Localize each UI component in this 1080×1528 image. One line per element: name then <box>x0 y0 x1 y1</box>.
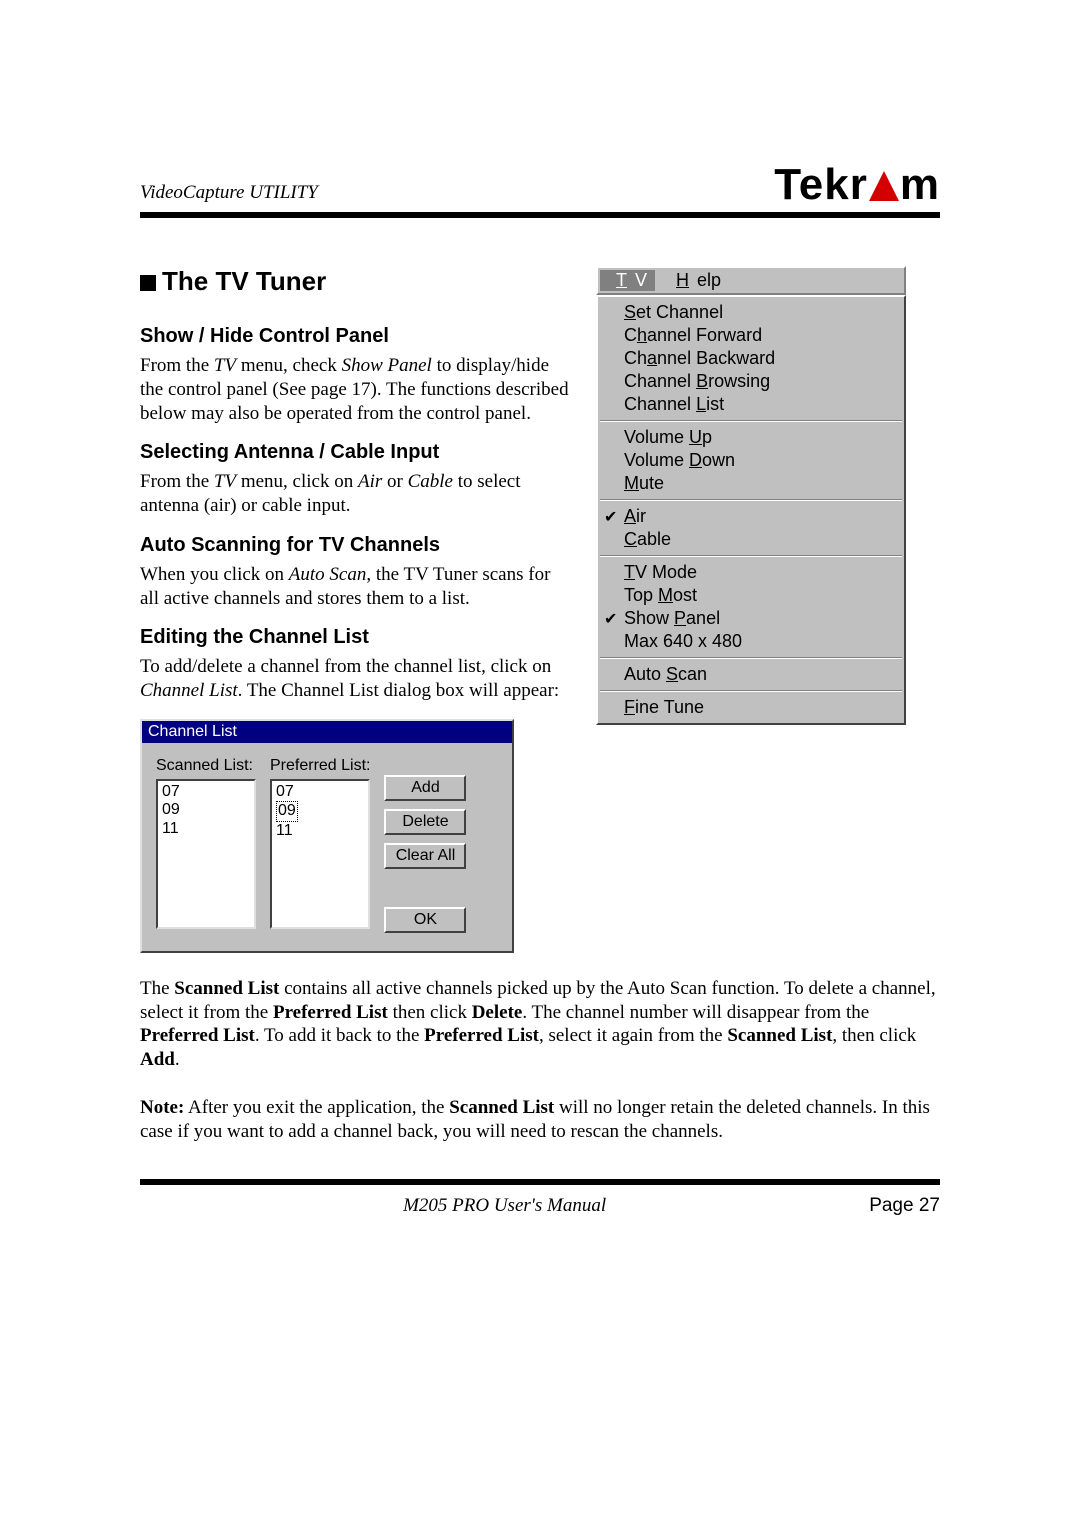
header-caption: VideoCapture UTILITY <box>140 182 318 210</box>
menu-separator <box>600 555 902 557</box>
menu-auto-scan[interactable]: Auto Scan <box>598 663 904 686</box>
menubar: TV Help <box>596 266 906 295</box>
list-item[interactable]: 11 <box>162 820 250 838</box>
list-item[interactable]: 09 <box>276 801 364 821</box>
scanned-listbox[interactable]: 07 09 11 <box>156 779 256 929</box>
menu-separator <box>600 420 902 422</box>
menu-show-panel[interactable]: ✔Show Panel <box>598 607 904 630</box>
heading-autoscan: Auto Scanning for TV Channels <box>140 534 570 557</box>
preferred-listbox[interactable]: 07 09 11 <box>270 779 370 929</box>
section-title: The TV Tuner <box>140 266 570 297</box>
para-scanned-list-desc: The Scanned List contains all active cha… <box>140 977 940 1072</box>
heading-antenna: Selecting Antenna / Cable Input <box>140 441 570 464</box>
menu-set-channel[interactable]: Set Channel <box>598 301 904 324</box>
square-bullet-icon <box>140 275 156 291</box>
channel-list-dialog: Channel List Scanned List: 07 09 11 Pref… <box>140 719 514 953</box>
menu-channel-list[interactable]: Channel List <box>598 393 904 416</box>
dialog-title: Channel List <box>142 721 512 743</box>
tv-dropdown: Set Channel Channel Forward Channel Back… <box>596 295 906 725</box>
preferred-list-label: Preferred List: <box>270 757 370 775</box>
menu-channel-forward[interactable]: Channel Forward <box>598 324 904 347</box>
para-antenna: From the TV menu, click on Air or Cable … <box>140 470 570 518</box>
menu-top-most[interactable]: Top Most <box>598 584 904 607</box>
para-show-hide: From the TV menu, check Show Panel to di… <box>140 354 570 425</box>
footer-page: Page 27 <box>869 1195 940 1217</box>
menu-mute[interactable]: Mute <box>598 472 904 495</box>
add-button[interactable]: Add <box>384 775 466 801</box>
menu-channel-browsing[interactable]: Channel Browsing <box>598 370 904 393</box>
heading-show-hide: Show / Hide Control Panel <box>140 325 570 348</box>
menu-volume-down[interactable]: Volume Down <box>598 449 904 472</box>
menu-volume-up[interactable]: Volume Up <box>598 426 904 449</box>
menu-channel-backward[interactable]: Channel Backward <box>598 347 904 370</box>
menu-tv-mode[interactable]: TV Mode <box>598 561 904 584</box>
list-item[interactable]: 07 <box>162 783 250 801</box>
menu-max-res[interactable]: Max 640 x 480 <box>598 630 904 653</box>
ok-button[interactable]: OK <box>384 907 466 933</box>
footer-manual: M205 PRO User's Manual <box>403 1195 606 1217</box>
delete-button[interactable]: Delete <box>384 809 466 835</box>
check-icon: ✔ <box>604 507 617 527</box>
tv-menu: TV Help Set Channel Channel Forward Chan… <box>596 266 906 725</box>
triangle-icon <box>869 171 899 201</box>
menu-air[interactable]: ✔Air <box>598 505 904 528</box>
brand-logo: Tekr m <box>774 160 940 210</box>
menu-separator <box>600 690 902 692</box>
menu-help[interactable]: Help <box>660 270 729 291</box>
scanned-list-label: Scanned List: <box>156 757 256 775</box>
para-edit-list: To add/delete a channel from the channel… <box>140 655 570 703</box>
section-title-text: The TV Tuner <box>162 266 326 296</box>
menu-tv[interactable]: TV <box>600 270 655 291</box>
list-item[interactable]: 09 <box>162 801 250 819</box>
brand-right: m <box>900 160 940 210</box>
menu-separator <box>600 657 902 659</box>
header-rule <box>140 212 940 218</box>
menu-fine-tune[interactable]: Fine Tune <box>598 696 904 719</box>
brand-left: Tekr <box>774 160 868 210</box>
check-icon: ✔ <box>604 609 617 629</box>
para-autoscan: When you click on Auto Scan, the TV Tune… <box>140 563 570 611</box>
menu-separator <box>600 499 902 501</box>
list-item[interactable]: 07 <box>276 783 364 801</box>
para-note: Note: After you exit the application, th… <box>140 1096 940 1144</box>
footer-rule <box>140 1179 940 1185</box>
heading-edit-list: Editing the Channel List <box>140 626 570 649</box>
clear-all-button[interactable]: Clear All <box>384 843 466 869</box>
menu-cable[interactable]: Cable <box>598 528 904 551</box>
list-item[interactable]: 11 <box>276 822 364 840</box>
